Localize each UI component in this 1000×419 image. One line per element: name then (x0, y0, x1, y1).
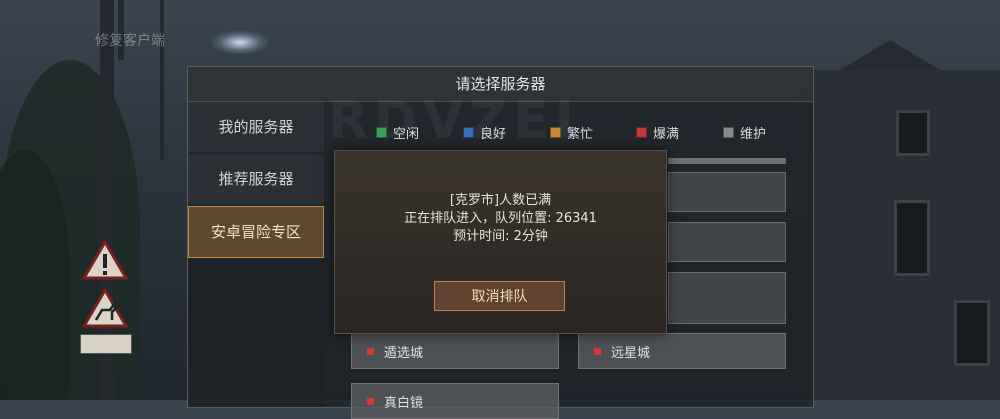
game-logo-watermark: RDVZEI (328, 91, 581, 151)
status-full-icon (367, 397, 374, 405)
corner-text: 修复客户端 (95, 33, 165, 49)
road-sign-plate (80, 334, 132, 354)
status-idle-icon (376, 127, 387, 138)
tab-my-servers[interactable]: 我的服务器 (188, 102, 324, 152)
queue-eta-text: 预计时间: 2分钟 (453, 229, 548, 244)
status-full-icon (367, 347, 374, 355)
status-busy-icon (550, 127, 561, 138)
legend-busy: 繁忙 (550, 123, 593, 142)
legend-maintenance: 维护 (723, 123, 766, 142)
tab-android-adventure-zone[interactable]: 安卓冒险专区 (188, 206, 324, 258)
legend-good: 良好 (463, 123, 506, 142)
legend-full: 爆满 (636, 123, 679, 142)
sidebar-empty-area (188, 259, 324, 407)
list-divider (668, 158, 786, 164)
status-full-icon (594, 347, 601, 355)
queue-dialog: [克罗市]人数已满 正在排队进入，队列位置: 26341 预计时间: 2分钟 取… (334, 150, 667, 334)
queue-server-full-text: [克罗市]人数已满 (449, 193, 552, 208)
server-card-hidden[interactable] (668, 272, 786, 324)
cancel-queue-button[interactable]: 取消排队 (434, 281, 565, 311)
server-name: 真白镜 (384, 395, 424, 411)
server-name: 远星城 (611, 345, 651, 361)
server-card-dunxuan[interactable]: 遁选城 (351, 333, 559, 369)
server-card-hidden[interactable] (668, 222, 786, 262)
warning-sign-icon (82, 240, 128, 280)
queue-position-text: 正在排队进入，队列位置: 26341 (404, 211, 597, 226)
server-card-yuanxing[interactable]: 远星城 (578, 333, 786, 369)
status-full-icon (636, 127, 647, 138)
deer-crossing-sign-icon (82, 288, 128, 328)
server-card-zhenbai[interactable]: 真白镜 (351, 383, 559, 419)
tab-recommended-servers[interactable]: 推荐服务器 (188, 154, 324, 204)
status-maintenance-icon (723, 127, 734, 138)
server-card-hidden[interactable] (668, 172, 786, 212)
server-name: 遁选城 (384, 345, 424, 361)
status-good-icon (463, 127, 474, 138)
legend-idle: 空闲 (376, 123, 419, 142)
street-lamp-icon (210, 30, 270, 55)
